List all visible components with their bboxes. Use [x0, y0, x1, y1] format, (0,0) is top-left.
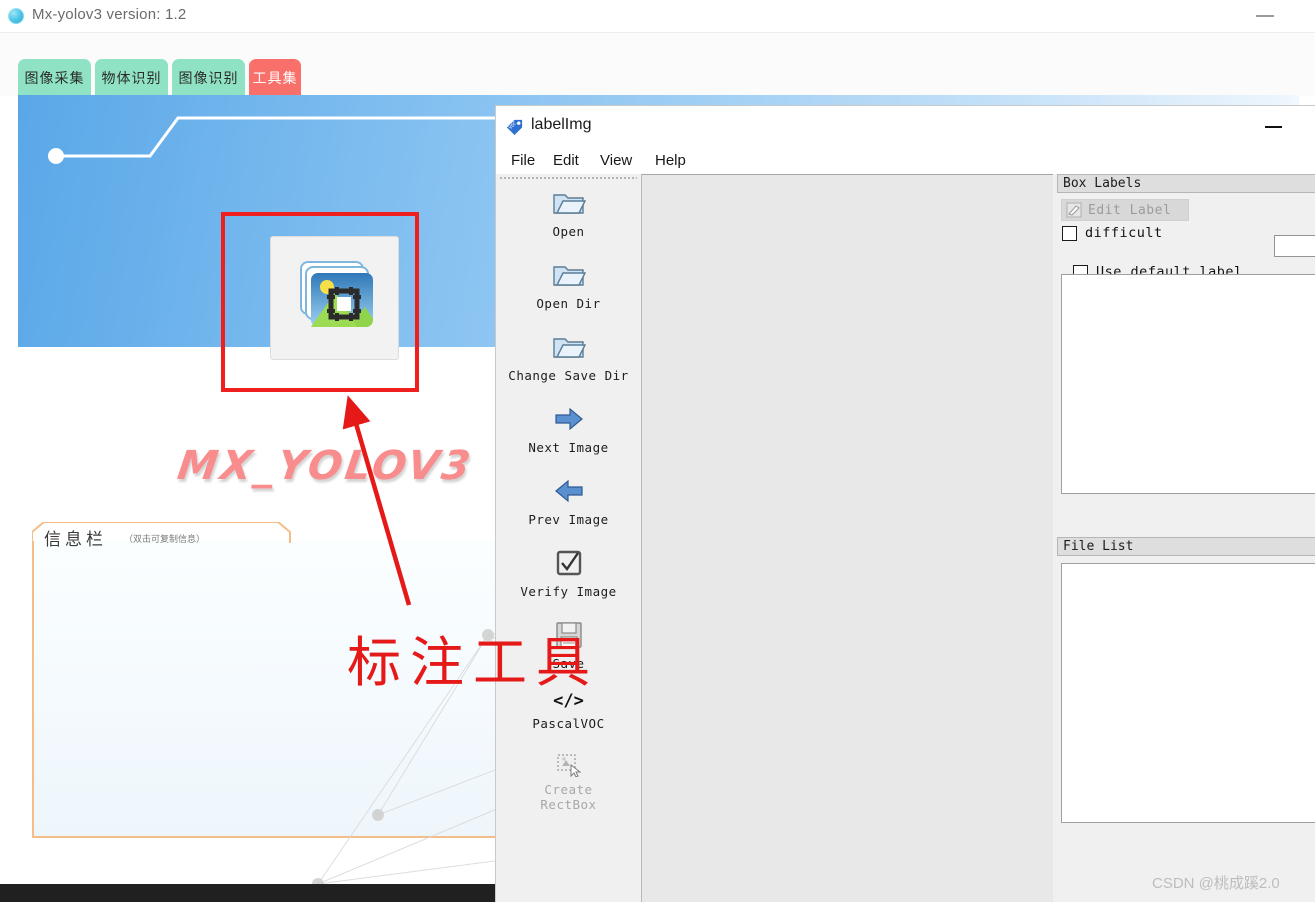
labelimg-minimize-button[interactable]	[1259, 116, 1289, 138]
labelimg-canvas[interactable]	[634, 174, 1053, 902]
mx-minimize-button[interactable]	[1252, 6, 1278, 26]
default-label-input[interactable]	[1274, 235, 1315, 257]
annotation-caption: 标注工具	[347, 631, 599, 694]
tab-object-detection[interactable]: 物体识别	[95, 59, 168, 96]
difficult-label: difficult	[1085, 225, 1163, 241]
toolbar-next-image-button[interactable]: Next Image	[496, 402, 641, 455]
labelimg-right-dock: Box Labels Edit Label difficult Use defa…	[1056, 174, 1315, 902]
tab-label: 物体识别	[101, 69, 162, 86]
box-labels-title: Box Labels	[1057, 174, 1315, 193]
pencil-edit-icon	[1066, 202, 1082, 218]
toolbar-verify-image-button[interactable]: Verify Image	[496, 546, 641, 599]
toolbar-create-rectbox-button[interactable]: Create RectBox	[496, 752, 641, 812]
tag-icon: VOC	[506, 119, 523, 136]
edit-label-text: Edit Label	[1088, 202, 1172, 218]
file-list-title: File List	[1057, 537, 1315, 556]
arrow-right-icon	[553, 402, 585, 436]
difficult-checkbox[interactable]	[1062, 225, 1077, 241]
globe-icon	[8, 8, 24, 24]
menu-edit[interactable]: Edit	[546, 149, 586, 171]
csdn-watermark: CSDN @桃成蹊2.0	[1152, 875, 1280, 892]
labelimg-toolbar: Open Open Dir Change Save Dir Next Image…	[496, 174, 642, 902]
labelimg-tool-icon	[300, 261, 373, 327]
toolbar-label: Next Image	[528, 440, 609, 455]
box-labels-list[interactable]	[1061, 274, 1315, 494]
menu-view[interactable]: View	[593, 149, 639, 171]
mx-wordmark: MX_YOLOV3	[174, 443, 476, 489]
toolbar-label-line1: Create	[544, 782, 593, 797]
open-folder-icon	[552, 258, 586, 292]
tool-icon-card[interactable]	[270, 236, 399, 360]
toolbar-prev-image-button[interactable]: Prev Image	[496, 474, 641, 527]
labelimg-window: VOC labelImg File Edit View Help Open Op…	[495, 105, 1315, 902]
toolbar-grip[interactable]	[499, 176, 637, 181]
labelimg-titlebar: VOC labelImg	[496, 106, 1315, 146]
edit-label-button[interactable]: Edit Label	[1061, 199, 1189, 221]
menu-label: File	[511, 151, 536, 169]
tab-label: 工具集	[252, 69, 298, 86]
mx-titlebar: Mx-yolov3 version: 1.2	[0, 0, 1315, 32]
toolbar-label: PascalVOC	[532, 716, 605, 731]
open-folder-icon	[552, 186, 586, 220]
mx-tab-strip: 图像采集 物体识别 图像识别 工具集	[0, 32, 1315, 96]
toolbar-label: Change Save Dir	[508, 368, 629, 383]
labelimg-menubar: File Edit View Help	[496, 146, 1315, 174]
toolbar-label: Verify Image	[520, 584, 617, 599]
mx-window-title: Mx-yolov3 version: 1.2	[32, 6, 187, 23]
toolbar-change-save-dir-button[interactable]: Change Save Dir	[496, 330, 641, 383]
menu-help[interactable]: Help	[648, 149, 693, 171]
menu-file[interactable]: File	[504, 149, 542, 171]
tab-image-capture[interactable]: 图像采集	[18, 59, 91, 96]
minimize-icon	[1265, 126, 1282, 128]
file-list[interactable]	[1061, 563, 1315, 823]
tab-label: 图像采集	[24, 69, 85, 86]
tab-toolset[interactable]: 工具集	[249, 59, 301, 96]
checkbox-check-icon	[555, 546, 583, 580]
menu-label: Edit	[553, 151, 579, 169]
minimize-icon	[1256, 15, 1274, 17]
tab-label: 图像识别	[178, 69, 239, 86]
toolbar-label: Open	[552, 224, 585, 239]
toolbar-label-line2: RectBox	[540, 797, 597, 812]
rect-box-icon	[556, 752, 582, 778]
toolbar-open-dir-button[interactable]: Open Dir	[496, 258, 641, 311]
toolbar-label: Prev Image	[528, 512, 609, 527]
toolbar-label: Open Dir	[536, 296, 601, 311]
arrow-left-icon	[553, 474, 585, 508]
labelimg-window-title: labelImg	[531, 116, 592, 133]
tab-image-recognition[interactable]: 图像识别	[172, 59, 245, 96]
open-folder-icon	[552, 330, 586, 364]
menu-label: Help	[655, 151, 686, 169]
screen-root: Mx-yolov3 version: 1.2 图像采集 物体识别 图像识别 工具…	[0, 0, 1315, 902]
toolbar-open-button[interactable]: Open	[496, 186, 641, 239]
menu-label: View	[600, 151, 633, 169]
difficult-checkbox-row[interactable]: difficult	[1062, 225, 1163, 241]
